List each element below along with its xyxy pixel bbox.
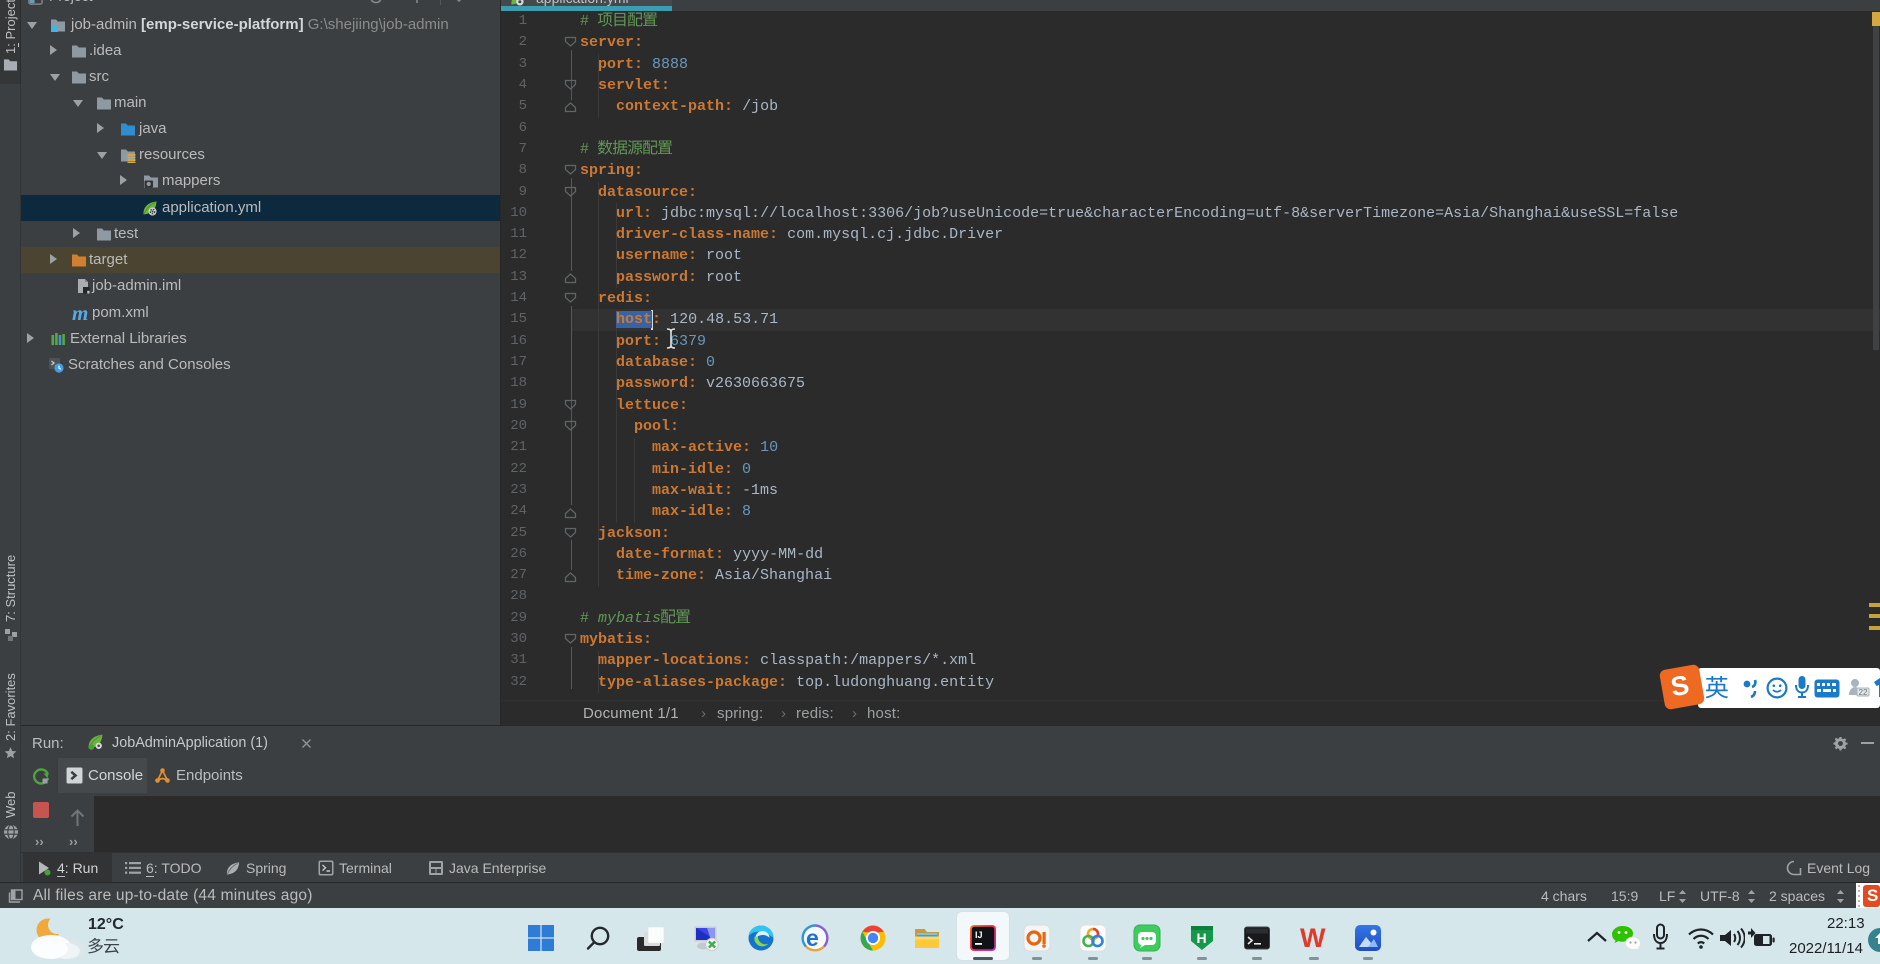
svg-text:W: W (1300, 924, 1326, 952)
svg-text:IJ: IJ (975, 930, 983, 940)
svg-text:e: e (806, 925, 819, 951)
svg-text:22: 22 (1859, 688, 1868, 697)
svg-text:H: H (1197, 930, 1207, 946)
